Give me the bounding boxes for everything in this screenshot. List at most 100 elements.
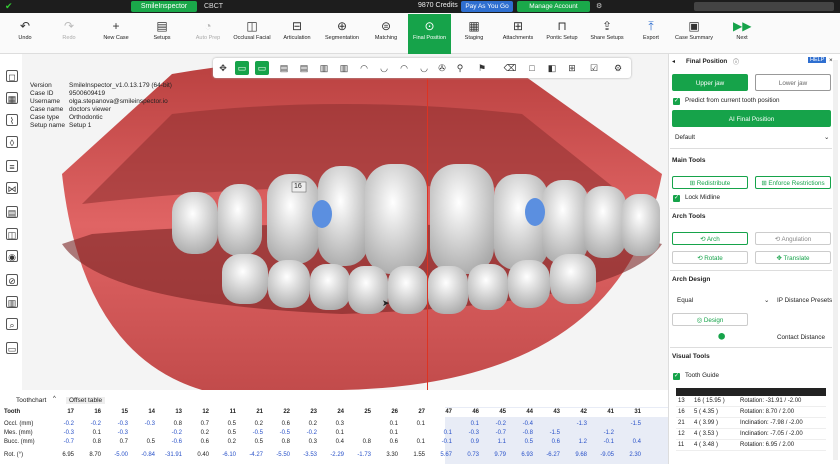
pay-as-you-go-button[interactable]: Pay As You Go	[461, 1, 513, 12]
report-icon[interactable]: ▥	[6, 296, 18, 308]
table-cell[interactable]: 0.1	[399, 438, 425, 447]
ai-final-position-button[interactable]: AI Final Position	[672, 110, 831, 127]
comment-icon[interactable]: ▭	[6, 342, 18, 354]
table-cell[interactable]: 0.5	[507, 438, 533, 447]
table-cell[interactable]: -5.00	[102, 451, 128, 460]
table-cell[interactable]: -1.5	[534, 429, 560, 438]
chevron-down-icon[interactable]: ⌄	[764, 297, 769, 304]
table-cell[interactable]: 0.4	[615, 438, 641, 447]
table-cell[interactable]: 8.70	[75, 451, 101, 460]
bottom-view-icon[interactable]: ◡	[377, 61, 391, 75]
table-cell[interactable]: -0.3	[129, 420, 155, 429]
move-icon[interactable]: ✥	[216, 61, 230, 75]
export-button[interactable]: ⤒ Export	[636, 14, 666, 54]
chevron-down-icon[interactable]: ⌄	[824, 134, 829, 141]
default-select[interactable]: Default	[675, 134, 695, 141]
table-cell[interactable]: -0.3	[48, 429, 74, 438]
table-cell[interactable]: 0.1	[426, 429, 452, 438]
table-cell[interactable]: 0.1	[453, 420, 479, 429]
undo-button[interactable]: ↶ Undo	[6, 14, 44, 54]
table-cell[interactable]: 0.1	[372, 429, 398, 438]
table-cell[interactable]: -9.05	[588, 451, 614, 460]
grid-view-icon[interactable]: ⊞	[565, 61, 579, 75]
collision-icon[interactable]: ⊘	[6, 274, 18, 286]
case-summary-button[interactable]: ▣ Case Summary	[672, 14, 716, 54]
grid-icon[interactable]: ▦	[6, 92, 18, 104]
table-cell[interactable]: 6.93	[507, 451, 533, 460]
pin-icon[interactable]: ⚑	[475, 61, 489, 75]
occlusal-facial-button[interactable]: ◫ Occlusal Facial	[230, 14, 274, 54]
table-cell[interactable]: 0.1	[399, 420, 425, 429]
table-cell[interactable]: 0.7	[102, 438, 128, 447]
matching-button[interactable]: ⊜ Matching	[368, 14, 404, 54]
pontic-setup-button[interactable]: ⊓ Pontic Setup	[542, 14, 582, 54]
equal-select[interactable]: Equal	[677, 297, 693, 304]
list-item[interactable]: 12 4 ( 3.53 ) Inclination: -7.05 / -2.00	[676, 429, 826, 440]
table-cell[interactable]: -0.2	[156, 429, 182, 438]
table-cell[interactable]: 0.6	[183, 438, 209, 447]
list-item[interactable]: 16 5 ( 4.35 ) Rotation: 8.70 / 2.00	[676, 407, 826, 418]
table-cell[interactable]: -0.2	[291, 429, 317, 438]
tooth-guide-checkbox[interactable]: ✓	[673, 373, 680, 380]
half-square-icon[interactable]: ◧	[545, 61, 559, 75]
search-input[interactable]	[694, 2, 834, 11]
table-cell[interactable]: 0.5	[210, 429, 236, 438]
design-button[interactable]: ◎ Design	[672, 313, 748, 326]
staging-button[interactable]: ▦ Staging	[458, 14, 490, 54]
table-cell[interactable]: -0.2	[48, 420, 74, 429]
share-setups-button[interactable]: ⇪ Share Setups	[586, 14, 628, 54]
table-cell[interactable]: -0.2	[480, 420, 506, 429]
attachments-button[interactable]: ⊞ Attachments	[498, 14, 538, 54]
table-cell[interactable]: 0.40	[183, 451, 209, 460]
table-cell[interactable]: -1.3	[561, 420, 587, 429]
lower-jaw-view-icon[interactable]: ▭	[255, 61, 269, 75]
table-cell[interactable]: 0.6	[264, 420, 290, 429]
arch-view-icon[interactable]: ◠	[397, 61, 411, 75]
table-cell[interactable]: -0.7	[480, 429, 506, 438]
table-cell[interactable]: -0.4	[507, 420, 533, 429]
final-position-button[interactable]: ⊙ Final Position	[408, 14, 451, 54]
chevron-left-icon[interactable]: ◂	[672, 58, 675, 65]
square-icon[interactable]: □	[525, 61, 539, 75]
back-view-icon[interactable]: ▤	[297, 61, 311, 75]
bolton-icon[interactable]: ◫	[6, 228, 18, 240]
table-cell[interactable]: -6.27	[534, 451, 560, 460]
table-cell[interactable]: 1.55	[399, 451, 425, 460]
table-cell[interactable]: 0.3	[318, 420, 344, 429]
new-case-button[interactable]: + New Case	[98, 14, 134, 54]
segmentation-button[interactable]: ⊕ Segmentation	[320, 14, 364, 54]
search-icon[interactable]: ⌕	[6, 318, 18, 330]
left-view-icon[interactable]: ▥	[317, 61, 331, 75]
table-cell[interactable]: 0.2	[237, 420, 263, 429]
check-view-icon[interactable]: ☑	[587, 61, 601, 75]
table-cell[interactable]: -1.73	[345, 451, 371, 460]
table-cell[interactable]: 9.68	[561, 451, 587, 460]
front-view-icon[interactable]: ▤	[277, 61, 291, 75]
table-cell[interactable]: 0.2	[183, 429, 209, 438]
table-cell[interactable]: 9.79	[480, 451, 506, 460]
table-cell[interactable]: 0.8	[264, 438, 290, 447]
table-cell[interactable]: 0.5	[237, 438, 263, 447]
ip-distance-label[interactable]: IP Distance Presets	[777, 297, 832, 304]
table-cell[interactable]: 0.2	[291, 420, 317, 429]
eraser-icon[interactable]: ⌫	[503, 61, 517, 75]
info-icon[interactable]: ⓘ	[733, 57, 739, 66]
table-cell[interactable]: 0.5	[210, 420, 236, 429]
table-cell[interactable]: -1.2	[588, 429, 614, 438]
redo-button[interactable]: ↷ Redo	[50, 14, 88, 54]
predict-checkbox[interactable]: ✓	[673, 98, 680, 105]
ipr-icon[interactable]: ◉	[6, 250, 18, 262]
arch-button[interactable]: ⟲ Arch	[672, 232, 748, 245]
top-view-icon[interactable]: ◠	[357, 61, 371, 75]
table-cell[interactable]: -2.29	[318, 451, 344, 460]
compare-icon[interactable]: ⋈	[6, 182, 18, 194]
tab-cbct[interactable]: CBCT	[198, 1, 228, 12]
table-cell[interactable]: -0.6	[156, 438, 182, 447]
redistribute-button[interactable]: ⊞ Redistribute	[672, 176, 748, 189]
superimpose-icon[interactable]: ▤	[6, 206, 18, 218]
table-cell[interactable]: -0.8	[507, 429, 533, 438]
table-cell[interactable]: -3.53	[291, 451, 317, 460]
table-cell[interactable]: -0.84	[129, 451, 155, 460]
panel-scrollbar[interactable]	[833, 60, 838, 460]
tab-smileinspector[interactable]: SmileInspector	[131, 1, 197, 12]
